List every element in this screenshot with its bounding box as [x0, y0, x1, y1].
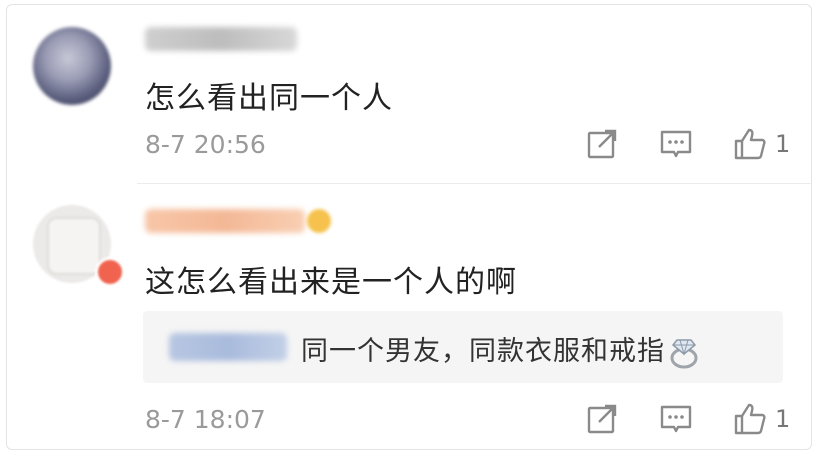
ring-emoji	[670, 338, 698, 368]
like-count: 1	[775, 405, 791, 433]
comment-list: 怎么看出同一个人 8-7 20:56 1 这怎么看出来是一个人的啊 同一个男友，…	[6, 4, 812, 450]
vip-badge	[307, 209, 331, 233]
like-icon[interactable]	[733, 402, 767, 436]
comment-text: 这怎么看出来是一个人的啊	[145, 265, 517, 300]
reply-text: 同一个男友，同款衣服和戒指	[301, 329, 701, 370]
share-icon[interactable]	[585, 402, 619, 436]
reply-preview[interactable]: 同一个男友，同款衣服和戒指	[143, 311, 783, 383]
reply-text-content: 同一个男友，同款衣服和戒指	[301, 336, 665, 367]
comment-icon[interactable]	[659, 402, 693, 436]
username-blurred[interactable]	[145, 209, 305, 233]
reply-username-blurred[interactable]	[169, 333, 287, 361]
comment-item: 这怎么看出来是一个人的啊 同一个男友，同款衣服和戒指 8-7 18:07 1	[7, 5, 811, 449]
avatar-badge	[95, 257, 125, 287]
avatar-image	[47, 217, 101, 275]
comment-actions: 1	[585, 402, 790, 436]
comment-timestamp: 8-7 18:07	[145, 405, 266, 434]
